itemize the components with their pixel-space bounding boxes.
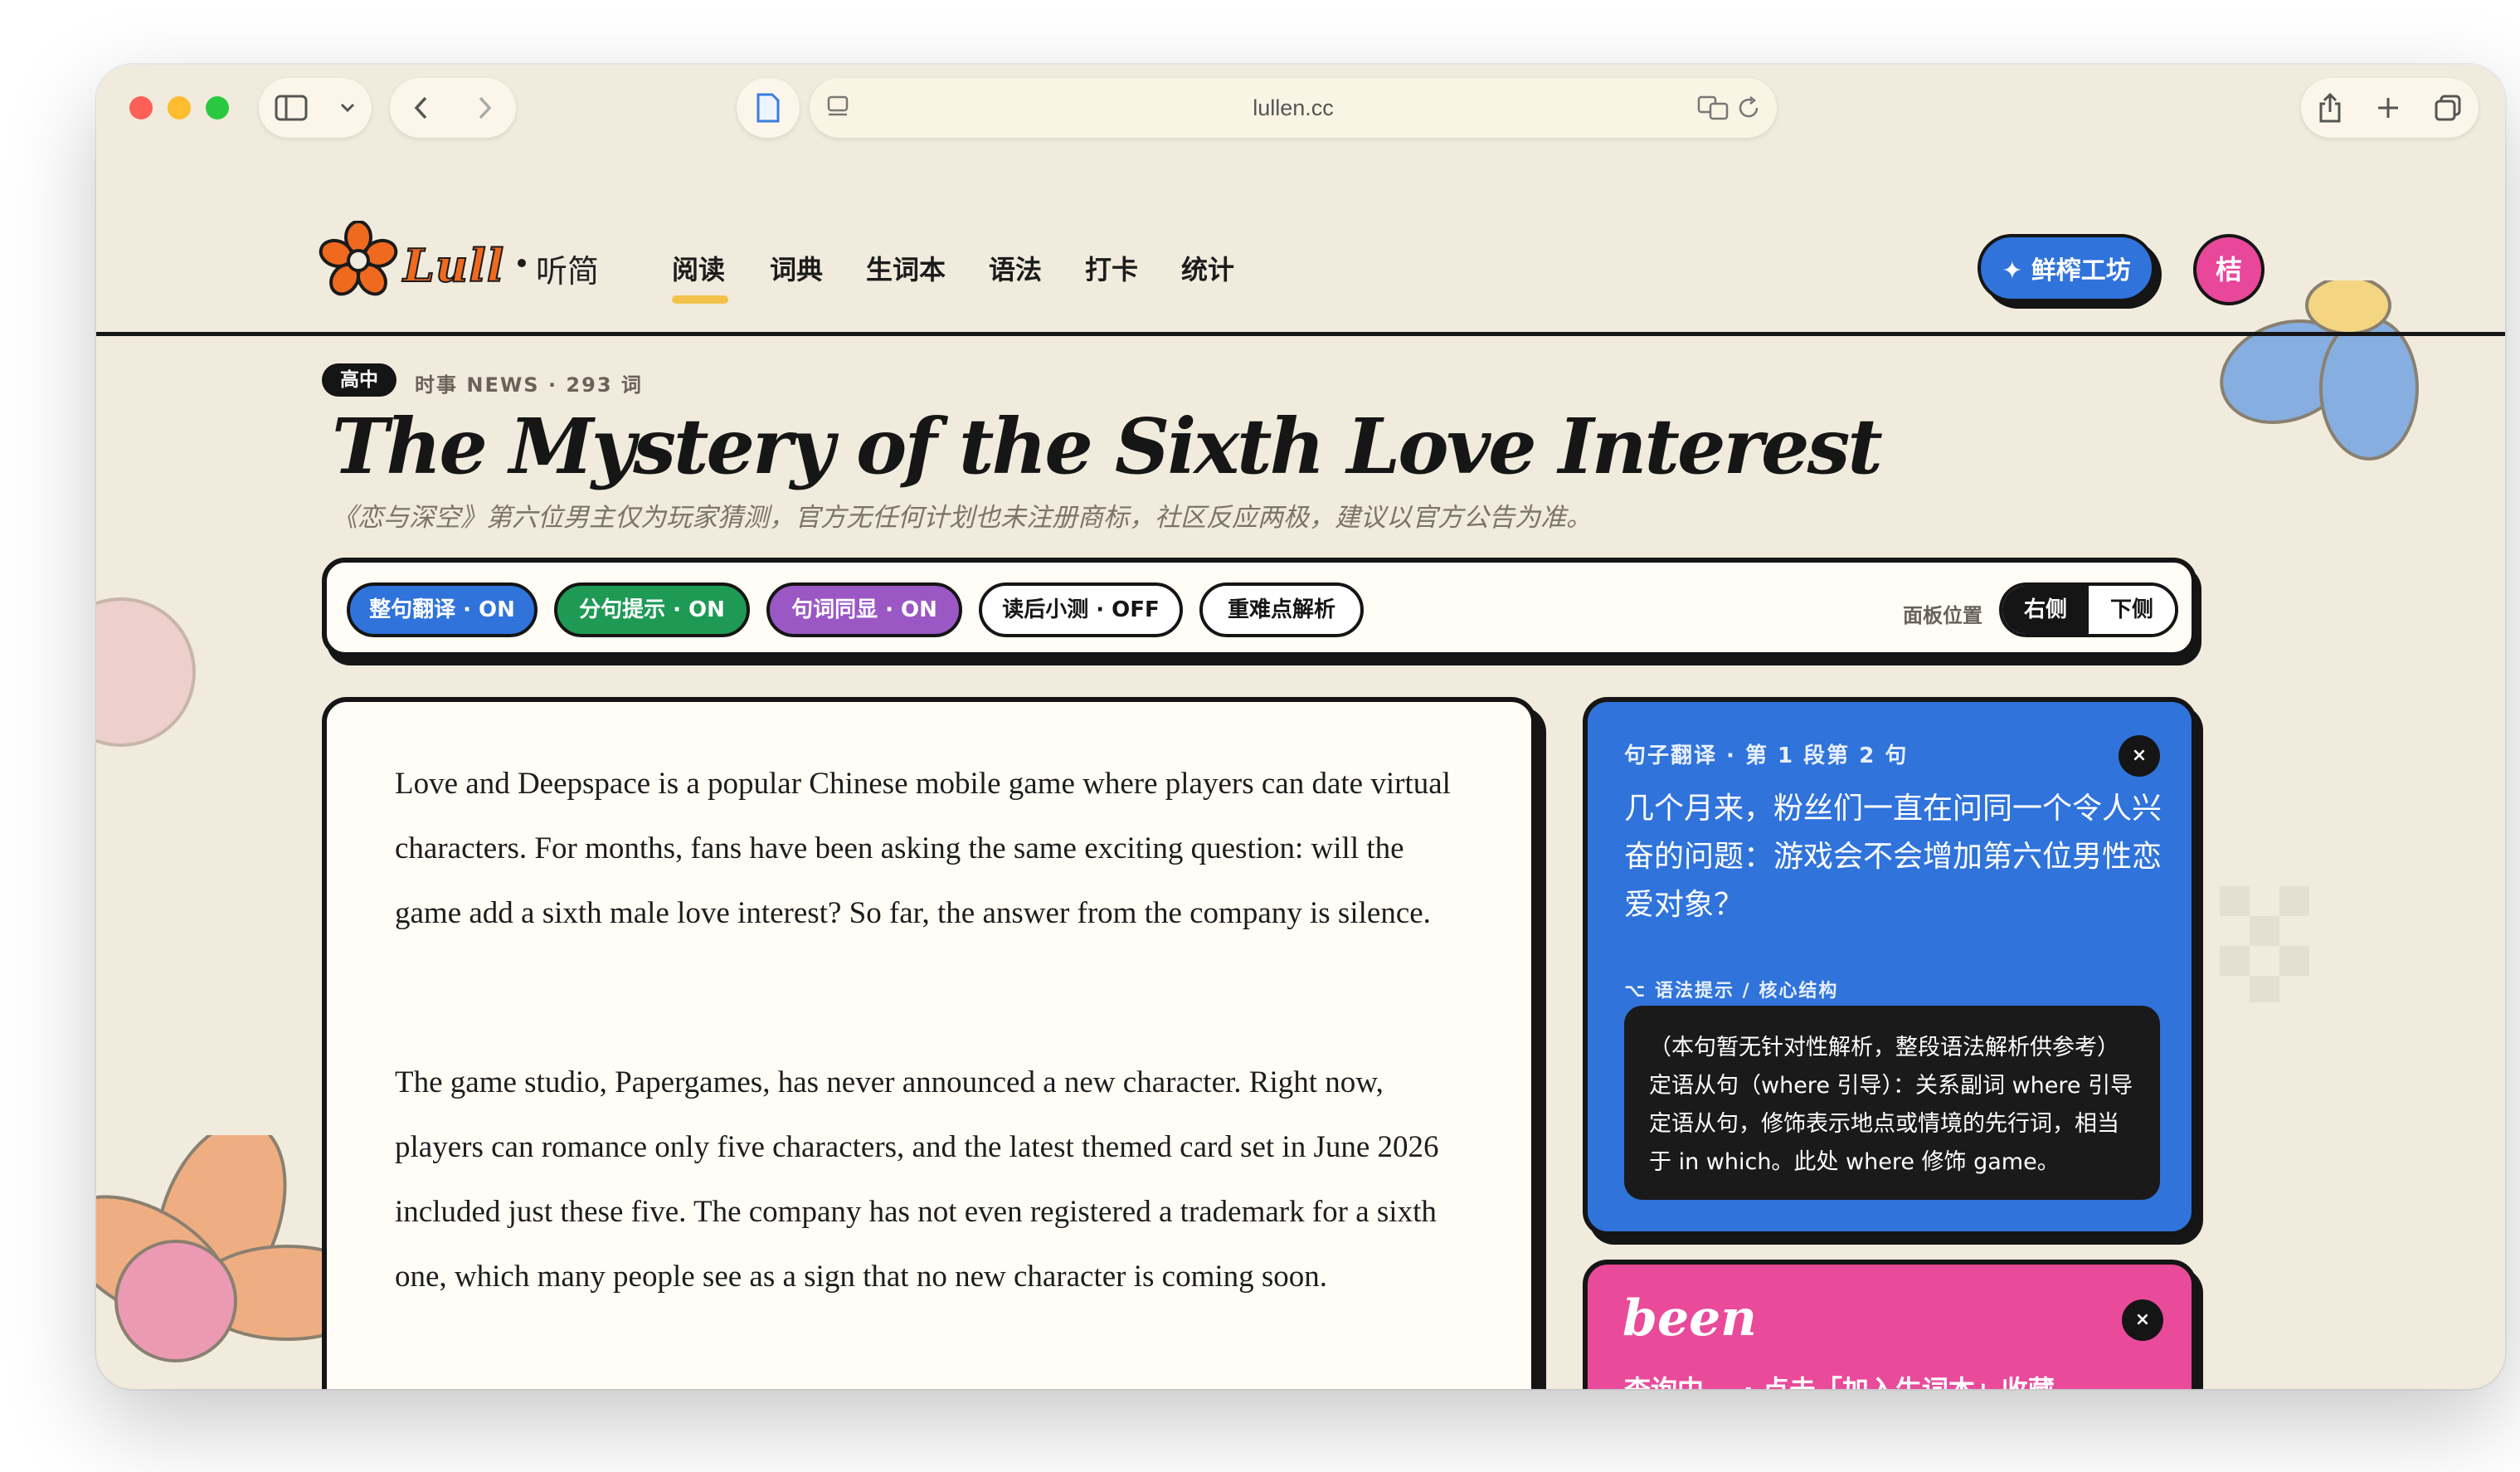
history-nav: [390, 78, 516, 138]
toggle-post-reading-quiz[interactable]: 读后小测 · OFF: [979, 582, 1183, 637]
browser-toolbar: lullen.cc: [96, 65, 2505, 156]
nav-item-wordbook[interactable]: 生词本: [866, 249, 946, 287]
close-window-button[interactable]: [129, 96, 153, 119]
toggle-full-translation[interactable]: 整句翻译 · ON: [347, 582, 538, 637]
sidebar-toggle[interactable]: [259, 78, 372, 138]
toggle-clause-hints[interactable]: 分句提示 · ON: [554, 582, 750, 637]
translate-icon[interactable]: [1697, 95, 1730, 124]
nav-item-grammar[interactable]: 语法: [989, 249, 1042, 287]
reload-icon[interactable]: [1737, 95, 1762, 124]
chevron-down-icon: [339, 102, 356, 114]
brand-dot: [518, 259, 526, 267]
nav-item-read[interactable]: 阅读: [672, 249, 725, 287]
lookup-word: been: [1622, 1289, 1757, 1348]
browser-window: lullen.cc Lull 听简 阅读 词典 生词本 语法 打卡 统计 ✦ 鲜…: [96, 65, 2505, 1389]
grammar-hint-header: ⌥ 语法提示 / 核心结构: [1624, 981, 1839, 1002]
sidebar-icon: [275, 95, 308, 121]
avatar[interactable]: 桔: [2193, 234, 2265, 305]
article-summary: 《恋与深空》第六位男主仅为玩家猜测，官方无任何计划也未注册商标，社区反应两极，建…: [332, 503, 1592, 533]
panel-position-switch: 右侧 下侧: [1999, 582, 2178, 637]
translation-header: 句子翻译 · 第 1 段第 2 句: [1624, 743, 1909, 768]
site-header: Lull 听简 阅读 词典 生词本 语法 打卡 统计 ✦ 鲜榨工坊 桔: [96, 156, 2505, 332]
minimize-window-button[interactable]: [168, 96, 191, 119]
close-word-card-button[interactable]: ×: [2122, 1299, 2163, 1341]
page: Lull 听简 阅读 词典 生词本 语法 打卡 统计 ✦ 鲜榨工坊 桔 高中 时…: [96, 156, 2505, 1389]
grammar-hint-box: （本句暂无针对性解析，整段语法解析供参考）定语从句（where 引导）：关系副词…: [1624, 1006, 2160, 1200]
brand-wordmark[interactable]: Lull: [402, 238, 504, 293]
tab-overview-icon[interactable]: [2434, 94, 2462, 122]
article-body: Love and Deepspace is a popular Chinese …: [322, 697, 1536, 1389]
article-title: The Mystery of the Sixth Love Interest: [332, 402, 1883, 491]
checker-decoration: [2220, 886, 2309, 1002]
new-tab-icon[interactable]: [2376, 95, 2401, 120]
zoom-window-button[interactable]: [206, 96, 229, 119]
panel-position-label: 面板位置: [1903, 604, 1982, 627]
window-actions: [2301, 78, 2479, 138]
word-lookup-card: been × 查询中... · 点击「加入生词本」收藏: [1583, 1260, 2196, 1389]
toggle-sentence-word-sync[interactable]: 句词同显 · ON: [766, 582, 962, 637]
share-icon[interactable]: [2318, 92, 2342, 124]
nav-item-dictionary[interactable]: 词典: [770, 249, 823, 287]
document-icon: [756, 92, 781, 124]
header-divider: [96, 332, 2505, 336]
forward-arrow-icon[interactable]: [476, 95, 493, 120]
back-arrow-icon[interactable]: [413, 95, 430, 120]
paragraph[interactable]: The game studio, Papergames, has never a…: [395, 1050, 1465, 1309]
brand-cn: 听简: [536, 253, 600, 290]
level-badge: 高中: [322, 363, 396, 397]
reading-toolbar: 整句翻译 · ON 分句提示 · ON 句词同显 · ON 读后小测 · OFF…: [322, 558, 2196, 657]
workshop-button[interactable]: ✦ 鲜榨工坊: [1978, 234, 2155, 302]
article-meta: 时事 NEWS · 293 词: [415, 373, 643, 397]
paragraph[interactable]: Love and Deepspace is a popular Chinese …: [395, 752, 1465, 946]
panel-right-option[interactable]: 右侧: [2002, 586, 2089, 634]
nav-item-stats[interactable]: 统计: [1181, 249, 1234, 287]
sentence-translation-card: 句子翻译 · 第 1 段第 2 句 × 几个月来，粉丝们一直在问同一个令人兴奋的…: [1583, 697, 2196, 1236]
page-button[interactable]: [737, 78, 800, 138]
key-points-button[interactable]: 重难点解析: [1199, 582, 1364, 637]
nav-item-checkin[interactable]: 打卡: [1085, 249, 1138, 287]
nav-active-indicator: [672, 295, 728, 304]
url-text: lullen.cc: [1253, 95, 1334, 120]
flower-decoration-orange: [96, 1135, 337, 1362]
lookup-status: 查询中... · 点击「加入生词本」收藏: [1624, 1369, 2055, 1389]
address-bar[interactable]: lullen.cc: [810, 78, 1777, 138]
circle-decoration-pink: [96, 597, 196, 747]
panel-bottom-option[interactable]: 下侧: [2089, 586, 2175, 634]
flower-logo-icon[interactable]: [319, 220, 398, 304]
translation-text: 几个月来，粉丝们一直在问同一个令人兴奋的问题：游戏会不会增加第六位男性恋爱对象？: [1624, 792, 2162, 922]
close-translation-button[interactable]: ×: [2119, 735, 2160, 777]
